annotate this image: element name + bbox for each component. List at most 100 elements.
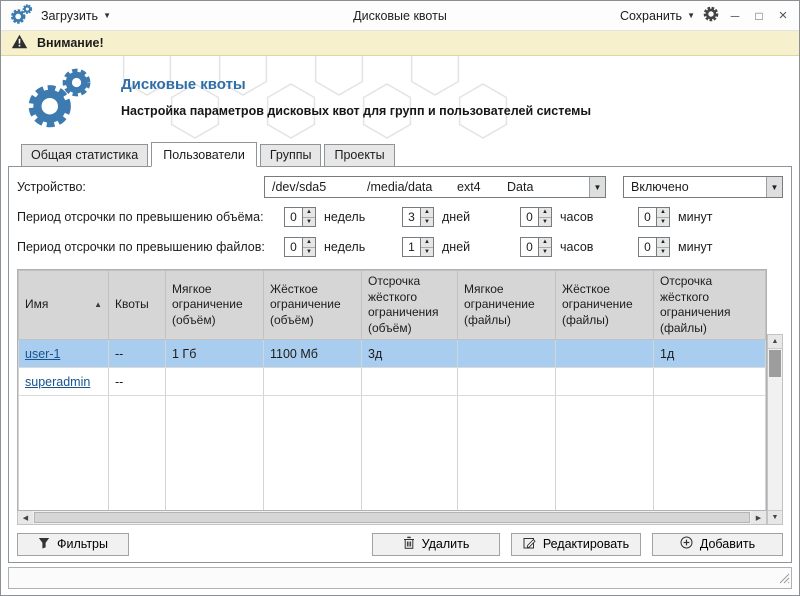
delete-button[interactable]: Удалить [372,533,500,556]
table-row-user-1[interactable]: user-1 -- 1 Гб 1100 Мб 3д 1д [19,340,766,368]
spin-down-icon[interactable]: ▼ [657,218,669,227]
column-header-grace-files[interactable]: Отсрочка жёсткого ограничения (файлы) [654,271,766,340]
tab-projects[interactable]: Проекты [324,144,394,167]
device-row: Устройство: /dev/sda5 /media/data ext4 D… [17,175,783,199]
cell-soft-files [458,368,556,396]
device-label: Устройство: [17,180,264,194]
add-label: Добавить [700,537,755,551]
grace-volume-days-group: 3 ▲▼ дней [402,207,520,227]
users-table: Имя ▲ Квоты Мягкое ограничение (объём) Ж… [17,269,767,511]
scroll-left-icon[interactable]: ◀ [18,511,33,524]
chevron-down-icon[interactable]: ▼ [589,177,605,197]
cell-quotas: -- [109,368,166,396]
device-value: /dev/sda5 /media/data ext4 Data [265,180,588,194]
spin-up-icon[interactable]: ▲ [303,238,315,248]
grace-files-weeks-group: 0 ▲▼ недель [284,237,402,257]
spin-down-icon[interactable]: ▼ [657,248,669,257]
filters-button[interactable]: Фильтры [17,533,129,556]
tab-general-statistics[interactable]: Общая статистика [21,144,148,167]
horizontal-scroll-thumb[interactable] [34,512,750,523]
grace-files-hours-group: 0 ▲▼ часов [520,237,638,257]
resize-grip[interactable] [778,572,790,587]
save-menu-button[interactable]: Сохранить ▼ [620,9,695,23]
spin-up-icon[interactable]: ▲ [539,208,551,218]
spin-down-icon[interactable]: ▼ [539,248,551,257]
filter-icon [38,537,50,552]
table-row-superadmin[interactable]: superadmin -- [19,368,766,396]
column-header-quotas[interactable]: Квоты [109,271,166,340]
device-path: /dev/sda5 [272,180,367,194]
hours-spinner[interactable]: 0 ▲▼ [520,207,552,227]
spinner-value: 0 [521,238,538,256]
spin-up-icon[interactable]: ▲ [539,238,551,248]
warning-text: Внимание! [37,36,104,50]
spin-down-icon[interactable]: ▼ [303,248,315,257]
spin-up-icon[interactable]: ▲ [421,208,433,218]
column-header-grace-volume[interactable]: Отсрочка жёсткого ограничения (объём) [362,271,458,340]
quota-status-value: Включено [631,180,689,194]
weeks-spinner[interactable]: 0 ▲▼ [284,207,316,227]
unit-label: недель [324,240,365,254]
spin-up-icon[interactable]: ▲ [421,238,433,248]
scroll-down-icon[interactable]: ▼ [768,510,782,524]
grace-volume-weeks-group: 0 ▲▼ недель [284,207,402,227]
scroll-right-icon[interactable]: ▶ [751,511,766,524]
spin-down-icon[interactable]: ▼ [303,218,315,227]
cell-hard-volume [264,368,362,396]
window-title: Дисковые квоты [224,9,576,23]
spin-down-icon[interactable]: ▼ [421,218,433,227]
quota-status-select[interactable]: Включено ▼ [623,176,783,198]
vertical-scroll-thumb[interactable] [769,350,781,377]
weeks-spinner[interactable]: 0 ▲▼ [284,237,316,257]
grace-files-days-group: 1 ▲▼ дней [402,237,520,257]
minutes-spinner[interactable]: 0 ▲▼ [638,207,670,227]
hours-spinner[interactable]: 0 ▲▼ [520,237,552,257]
titlebar-right: Сохранить ▼ ─ □ × [576,6,791,25]
days-spinner[interactable]: 3 ▲▼ [402,207,434,227]
add-button[interactable]: Добавить [652,533,783,556]
close-button[interactable]: × [775,8,791,24]
tab-groups[interactable]: Группы [260,144,322,167]
user-link[interactable]: superadmin [25,375,90,389]
unit-label: часов [560,210,593,224]
vertical-scrollbar[interactable]: ▲ ▼ [767,269,783,525]
horizontal-scrollbar[interactable]: ◀ ▶ [17,511,767,525]
minutes-spinner[interactable]: 0 ▲▼ [638,237,670,257]
device-select[interactable]: /dev/sda5 /media/data ext4 Data ▼ [264,176,606,198]
spin-up-icon[interactable]: ▲ [657,238,669,248]
titlebar-left: Загрузить ▼ [9,3,224,28]
load-menu-button[interactable]: Загрузить ▼ [41,9,111,23]
users-tab-panel: Устройство: /dev/sda5 /media/data ext4 D… [8,166,792,563]
cell-grace-volume: 3д [362,340,458,368]
chevron-down-icon[interactable]: ▼ [766,177,782,197]
spin-down-icon[interactable]: ▼ [539,218,551,227]
spin-up-icon[interactable]: ▲ [303,208,315,218]
minimize-button[interactable]: ─ [727,8,743,24]
unit-label: дней [442,240,470,254]
unit-label: недель [324,210,365,224]
cell-grace-files: 1д [654,340,766,368]
spin-down-icon[interactable]: ▼ [421,248,433,257]
chevron-down-icon: ▼ [103,11,111,20]
trash-icon [403,536,415,552]
spinner-value: 0 [285,208,302,226]
cell-hard-files [556,340,654,368]
column-header-hard-volume[interactable]: Жёсткое ограничение (объём) [264,271,362,340]
tab-users[interactable]: Пользователи [151,142,257,167]
maximize-button[interactable]: □ [751,8,767,24]
edit-button[interactable]: Редактировать [511,533,641,556]
warning-triangle-icon [11,34,28,52]
column-header-soft-files[interactable]: Мягкое ограничение (файлы) [458,271,556,340]
action-bar: Фильтры Удалить [17,532,783,556]
settings-gear-icon[interactable] [703,6,719,25]
column-header-soft-volume[interactable]: Мягкое ограничение (объём) [166,271,264,340]
users-table-area: Имя ▲ Квоты Мягкое ограничение (объём) Ж… [17,269,783,525]
user-link[interactable]: user-1 [25,347,60,361]
scroll-up-icon[interactable]: ▲ [768,335,782,349]
spin-up-icon[interactable]: ▲ [657,208,669,218]
column-header-name[interactable]: Имя ▲ [19,271,109,340]
disk-quota-gears-icon [23,67,93,134]
column-header-hard-files[interactable]: Жёсткое ограничение (файлы) [556,271,654,340]
vertical-scroll-track[interactable]: ▲ ▼ [767,334,783,525]
days-spinner[interactable]: 1 ▲▼ [402,237,434,257]
